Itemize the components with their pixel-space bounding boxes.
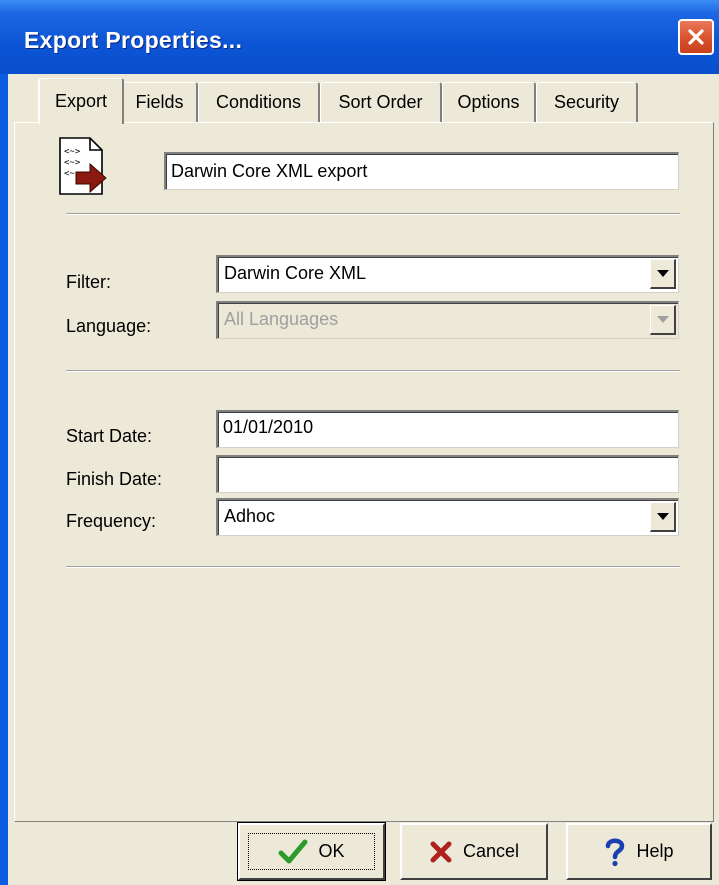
tab-fields[interactable]: Fields bbox=[122, 82, 198, 122]
tab-options[interactable]: Options bbox=[442, 82, 536, 122]
close-button[interactable] bbox=[678, 19, 714, 55]
cancel-button[interactable]: Cancel bbox=[400, 823, 548, 880]
export-properties-window: Export Properties... Export Fields Condi… bbox=[0, 0, 719, 885]
tab-security-label: Security bbox=[553, 92, 620, 112]
title-bar[interactable]: Export Properties... bbox=[0, 0, 719, 74]
ok-label: OK bbox=[318, 841, 345, 861]
x-icon bbox=[430, 841, 452, 862]
cancel-label: Cancel bbox=[462, 841, 520, 861]
dialog-client-area: Export Fields Conditions Sort Order Opti… bbox=[8, 74, 719, 885]
tab-security[interactable]: Security bbox=[536, 82, 638, 122]
tab-options-label: Options bbox=[457, 92, 520, 112]
tab-sort-order-label: Sort Order bbox=[338, 92, 423, 112]
tab-conditions-label: Conditions bbox=[215, 92, 302, 112]
tab-export-label: Export bbox=[54, 91, 108, 111]
tab-sort-order[interactable]: Sort Order bbox=[320, 82, 442, 122]
help-button[interactable]: Help bbox=[566, 823, 712, 880]
export-tab-page bbox=[14, 122, 714, 822]
tab-export[interactable]: Export bbox=[38, 78, 124, 124]
tab-conditions[interactable]: Conditions bbox=[198, 82, 320, 122]
help-label: Help bbox=[636, 841, 674, 861]
close-icon bbox=[688, 29, 704, 45]
tab-fields-label: Fields bbox=[135, 92, 184, 112]
window-title: Export Properties... bbox=[24, 27, 243, 53]
ok-button[interactable]: OK bbox=[237, 822, 386, 881]
question-mark-icon bbox=[606, 838, 625, 866]
checkmark-icon bbox=[278, 839, 308, 863]
